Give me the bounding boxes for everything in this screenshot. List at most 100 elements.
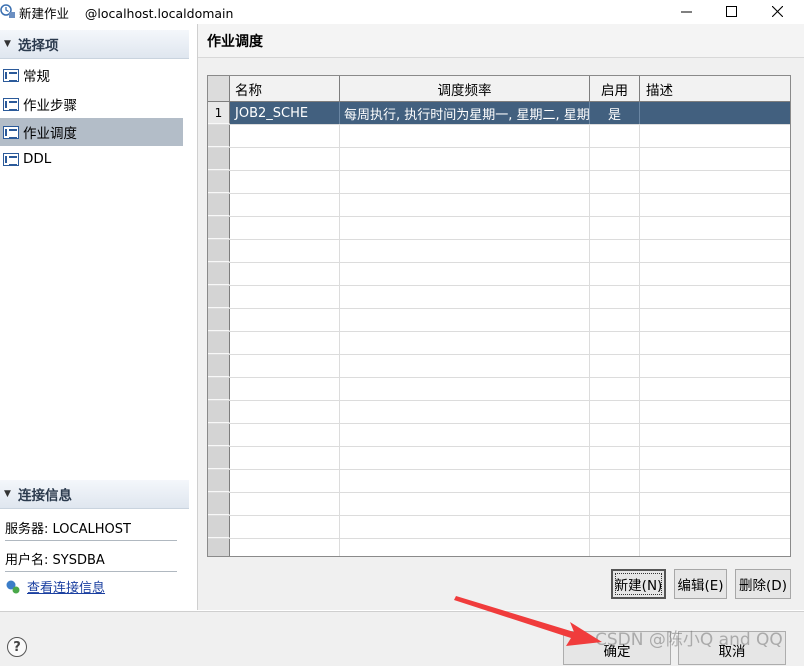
cell-name[interactable] [230,470,340,492]
cell-name[interactable] [230,332,340,354]
row-header[interactable] [208,470,230,492]
row-header[interactable] [208,447,230,469]
nav-item-ddl[interactable]: DDL [0,145,183,173]
cell-frequency[interactable] [340,286,590,308]
cell-name[interactable] [230,401,340,423]
table-row[interactable] [208,217,790,240]
cell-description[interactable] [640,424,790,446]
cell-description[interactable] [640,125,790,147]
table-row[interactable] [208,309,790,332]
cell-enabled[interactable] [590,286,640,308]
row-header[interactable]: 1 [208,102,230,124]
cell-frequency[interactable] [340,217,590,239]
table-row[interactable] [208,378,790,401]
table-row[interactable] [208,355,790,378]
cell-description[interactable] [640,447,790,469]
cell-enabled[interactable] [590,447,640,469]
nav-item-job-steps[interactable]: 作业步骤 [0,90,183,118]
cell-enabled[interactable] [590,309,640,331]
cell-enabled[interactable] [590,355,640,377]
cell-description[interactable] [640,217,790,239]
row-header[interactable] [208,332,230,354]
table-row[interactable] [208,125,790,148]
cell-description[interactable] [640,148,790,170]
cell-description[interactable] [640,355,790,377]
cell-frequency[interactable] [340,539,590,556]
cell-description[interactable] [640,286,790,308]
cell-description[interactable] [640,240,790,262]
table-row[interactable] [208,493,790,516]
cell-frequency[interactable] [340,424,590,446]
cell-enabled[interactable] [590,470,640,492]
cell-enabled[interactable] [590,539,640,556]
table-row[interactable] [208,447,790,470]
table-row[interactable] [208,171,790,194]
cell-name[interactable] [230,309,340,331]
table-row[interactable] [208,263,790,286]
options-section-header[interactable]: ▼ 选择项 [0,30,189,59]
cell-description[interactable] [640,263,790,285]
cell-description[interactable] [640,102,790,124]
column-header-name[interactable]: 名称 [230,76,340,101]
cell-name[interactable] [230,378,340,400]
column-header-enabled[interactable]: 启用 [590,76,640,101]
delete-button[interactable]: 删除(D) [735,569,791,599]
help-icon[interactable]: ? [7,637,27,657]
row-header[interactable] [208,516,230,538]
cell-frequency[interactable] [340,263,590,285]
cell-enabled[interactable] [590,378,640,400]
row-header[interactable] [208,309,230,331]
schedule-table[interactable]: 名称 调度频率 启用 描述 1 JOB2_SCHE 每周执行, 执行时间为星期一, … [207,75,791,557]
table-row[interactable] [208,240,790,263]
cell-description[interactable] [640,516,790,538]
cell-name[interactable] [230,286,340,308]
minimize-button[interactable] [663,0,709,22]
row-header[interactable] [208,378,230,400]
cell-frequency[interactable] [340,332,590,354]
cell-name[interactable] [230,171,340,193]
table-row[interactable]: 1 JOB2_SCHE 每周执行, 执行时间为星期一, 星期二, 星期三是 [208,102,790,125]
cell-frequency[interactable] [340,355,590,377]
row-header[interactable] [208,125,230,147]
cell-name[interactable] [230,263,340,285]
cell-name[interactable] [230,125,340,147]
cell-enabled[interactable] [590,263,640,285]
cell-enabled[interactable] [590,516,640,538]
cell-frequency[interactable] [340,378,590,400]
cell-frequency[interactable] [340,194,590,216]
cell-frequency[interactable] [340,401,590,423]
cell-frequency[interactable] [340,171,590,193]
row-header[interactable] [208,171,230,193]
table-row[interactable] [208,194,790,217]
cell-name[interactable] [230,447,340,469]
nav-item-general[interactable]: 常规 [0,61,183,89]
row-header[interactable] [208,401,230,423]
cell-name[interactable] [230,516,340,538]
table-row[interactable] [208,424,790,447]
table-row[interactable] [208,539,790,556]
row-header[interactable] [208,263,230,285]
close-button[interactable] [754,0,800,22]
cell-frequency[interactable] [340,516,590,538]
cell-name[interactable] [230,148,340,170]
row-header[interactable] [208,286,230,308]
cell-frequency[interactable]: 每周执行, 执行时间为星期一, 星期二, 星期三 [340,102,590,124]
cell-enabled[interactable] [590,332,640,354]
row-header[interactable] [208,240,230,262]
cell-enabled[interactable] [590,424,640,446]
cell-enabled[interactable] [590,401,640,423]
cell-enabled[interactable]: 是 [590,102,640,124]
cell-frequency[interactable] [340,309,590,331]
cell-frequency[interactable] [340,470,590,492]
nav-item-job-schedule[interactable]: 作业调度 [0,118,183,146]
table-row[interactable] [208,148,790,171]
row-header[interactable] [208,217,230,239]
cell-description[interactable] [640,401,790,423]
cell-frequency[interactable] [340,447,590,469]
cell-description[interactable] [640,194,790,216]
cell-enabled[interactable] [590,171,640,193]
new-button[interactable]: 新建(N) [611,569,666,599]
table-row[interactable] [208,332,790,355]
row-header[interactable] [208,148,230,170]
cell-frequency[interactable] [340,240,590,262]
